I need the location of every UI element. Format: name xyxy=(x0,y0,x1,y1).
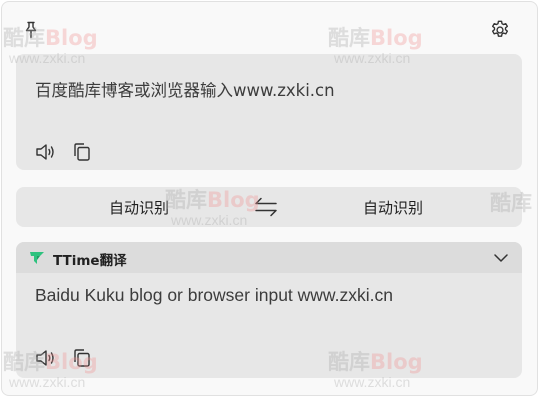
settings-button[interactable] xyxy=(486,16,514,44)
result-panel: TTime翻译 Baidu Kuku blog or browser input… xyxy=(16,242,522,378)
language-bar: 自动识别 自动识别 xyxy=(16,187,522,227)
copy-icon xyxy=(74,349,90,367)
swap-languages-button[interactable] xyxy=(252,193,280,221)
result-copy-button[interactable] xyxy=(69,345,95,371)
source-panel: 百度酷库博客或浏览器输入www.zxki.cn xyxy=(16,54,522,170)
source-copy-button[interactable] xyxy=(69,139,95,165)
source-actions xyxy=(33,139,95,165)
target-language-select[interactable]: 自动识别 xyxy=(363,197,423,218)
pin-icon xyxy=(25,21,37,39)
source-language-select[interactable]: 自动识别 xyxy=(109,197,169,218)
chevron-down-icon xyxy=(494,254,508,262)
ttime-logo-icon xyxy=(30,252,44,264)
result-header[interactable]: TTime翻译 xyxy=(16,242,522,273)
result-text: Baidu Kuku blog or browser input www.zxk… xyxy=(35,285,393,305)
collapse-button[interactable] xyxy=(487,244,515,272)
result-actions xyxy=(33,345,95,371)
speaker-icon xyxy=(36,350,54,366)
source-speak-button[interactable] xyxy=(33,139,59,165)
engine-name: TTime翻译 xyxy=(53,253,127,269)
speaker-icon xyxy=(36,144,54,160)
pin-button[interactable] xyxy=(17,16,45,44)
copy-icon xyxy=(74,143,90,161)
source-text-input[interactable]: 百度酷库博客或浏览器输入www.zxki.cn xyxy=(35,77,505,101)
result-speak-button[interactable] xyxy=(33,345,59,371)
gear-icon xyxy=(491,20,509,37)
swap-arrows-icon xyxy=(255,197,277,217)
